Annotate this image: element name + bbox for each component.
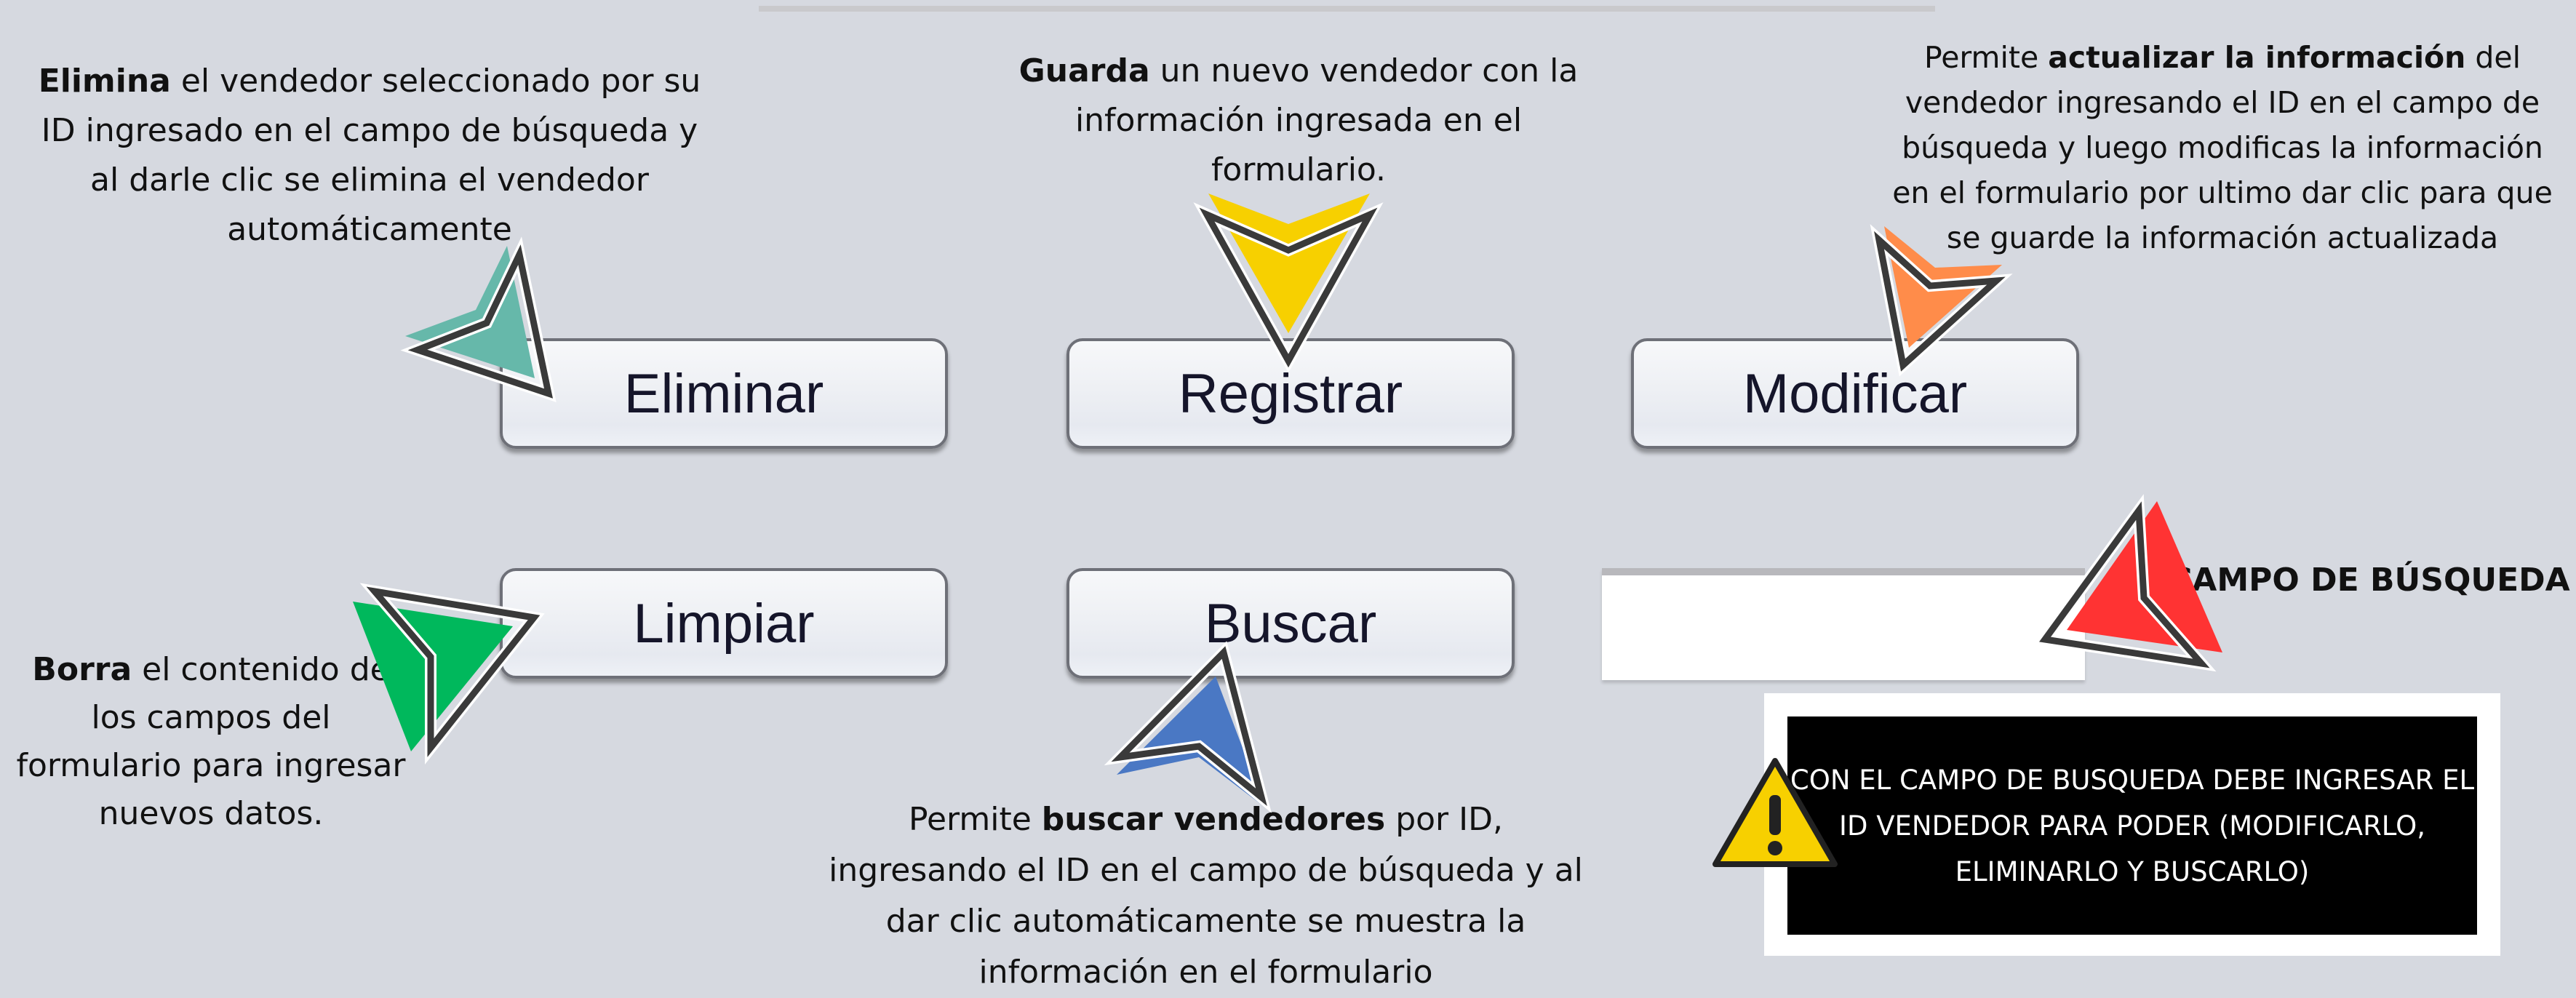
annotation-arrows	[353, 193, 2222, 867]
red-arrow-icon	[2034, 494, 2222, 672]
teal-arrow-icon	[400, 236, 557, 402]
warning-icon	[1712, 758, 1838, 867]
yellow-arrow-icon	[1193, 193, 1384, 373]
green-arrow-icon	[353, 583, 545, 765]
orange-arrow-icon	[1870, 224, 2013, 377]
blue-arrow-icon	[1104, 641, 1272, 813]
